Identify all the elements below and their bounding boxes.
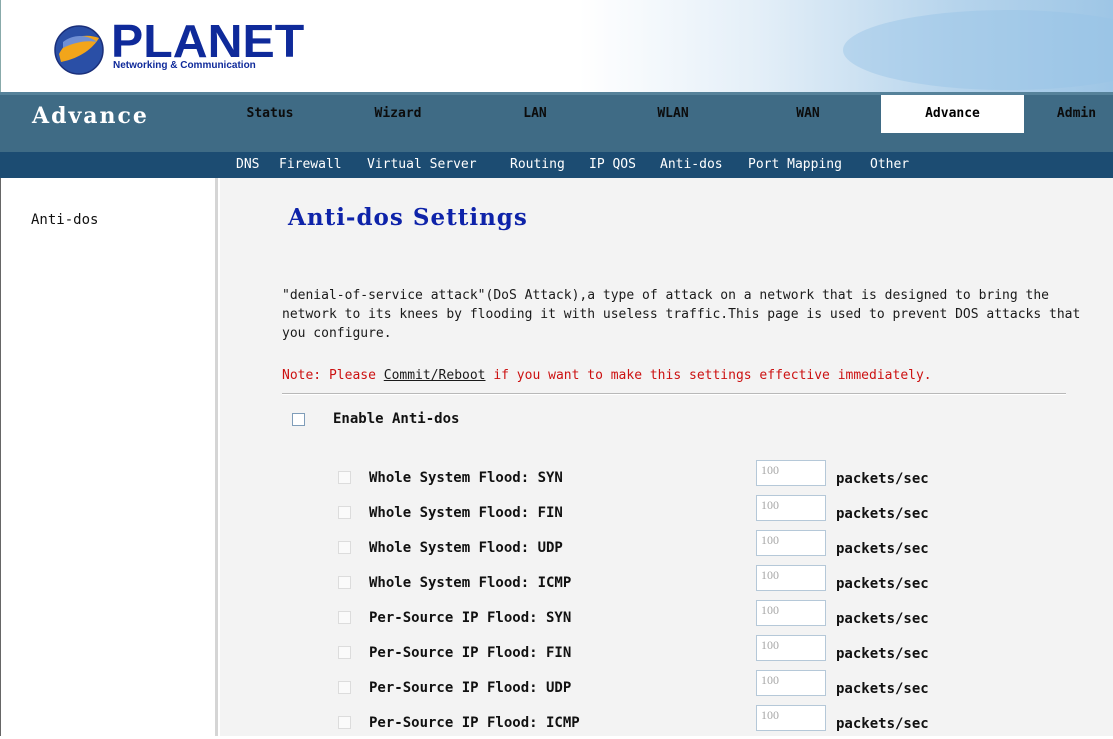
submenu-firewall[interactable]: Firewall bbox=[279, 152, 342, 178]
unit-label: packets/sec bbox=[836, 611, 929, 627]
flood-row: Whole System Flood: FIN 100 packets/sec bbox=[220, 495, 1113, 529]
unit-label: packets/sec bbox=[836, 646, 929, 662]
packets-rate-input[interactable]: 100 bbox=[756, 600, 826, 626]
note-prefix: Note: Please bbox=[282, 368, 384, 383]
flood-checkbox[interactable] bbox=[338, 471, 351, 484]
flood-checkbox[interactable] bbox=[338, 541, 351, 554]
tab-advance[interactable]: Advance bbox=[881, 95, 1024, 133]
flood-label: Whole System Flood: SYN bbox=[369, 470, 563, 486]
flood-label: Whole System Flood: FIN bbox=[369, 505, 563, 521]
unit-label: packets/sec bbox=[836, 471, 929, 487]
unit-label: packets/sec bbox=[836, 681, 929, 697]
sidebar-item-anti-dos[interactable]: Anti-dos bbox=[31, 212, 98, 228]
flood-label: Per-Source IP Flood: SYN bbox=[369, 610, 572, 626]
unit-label: packets/sec bbox=[836, 576, 929, 592]
banner-swoosh bbox=[843, 10, 1113, 90]
tab-status[interactable]: Status bbox=[228, 95, 312, 133]
unit-label: packets/sec bbox=[836, 541, 929, 557]
submenu-anti-dos[interactable]: Anti-dos bbox=[660, 152, 723, 178]
main-content: Anti-dos Settings "denial-of-service att… bbox=[220, 178, 1113, 736]
packets-rate-input[interactable]: 100 bbox=[756, 495, 826, 521]
tab-lan[interactable]: LAN bbox=[495, 95, 575, 133]
flood-row: Per-Source IP Flood: UDP 100 packets/sec bbox=[220, 670, 1113, 704]
submenu-dns[interactable]: DNS bbox=[236, 152, 259, 178]
flood-row: Per-Source IP Flood: FIN 100 packets/sec bbox=[220, 635, 1113, 669]
flood-checkbox[interactable] bbox=[338, 611, 351, 624]
tab-wizard[interactable]: Wizard bbox=[352, 95, 444, 133]
page-description: "denial-of-service attack"(DoS Attack),a… bbox=[282, 288, 1081, 341]
flood-label: Per-Source IP Flood: FIN bbox=[369, 645, 572, 661]
navigation-bar: Advance Status Wizard LAN WLAN WAN Advan… bbox=[0, 92, 1113, 178]
flood-checkbox[interactable] bbox=[338, 646, 351, 659]
flood-label: Per-Source IP Flood: ICMP bbox=[369, 715, 580, 731]
divider bbox=[282, 393, 1066, 395]
flood-checkbox[interactable] bbox=[338, 506, 351, 519]
enable-anti-dos-checkbox[interactable] bbox=[292, 413, 305, 426]
flood-label: Whole System Flood: UDP bbox=[369, 540, 563, 556]
section-title: Advance bbox=[32, 103, 149, 129]
note-suffix: if you want to make this settings effect… bbox=[485, 368, 932, 383]
tab-wlan[interactable]: WLAN bbox=[632, 95, 714, 133]
brand-name: PLANET bbox=[111, 15, 305, 67]
planet-logo: PLANET Networking & Communication bbox=[53, 16, 313, 76]
page-title: Anti-dos Settings bbox=[288, 204, 528, 231]
flood-label: Per-Source IP Flood: UDP bbox=[369, 680, 572, 696]
unit-label: packets/sec bbox=[836, 506, 929, 522]
note-text: Note: Please Commit/Reboot if you want t… bbox=[282, 368, 932, 383]
packets-rate-input[interactable]: 100 bbox=[756, 670, 826, 696]
header-banner: PLANET Networking & Communication bbox=[0, 0, 1113, 92]
flood-label: Whole System Flood: ICMP bbox=[369, 575, 572, 591]
packets-rate-input[interactable]: 100 bbox=[756, 635, 826, 661]
submenu-port-mapping[interactable]: Port Mapping bbox=[748, 152, 842, 178]
submenu-ip-qos[interactable]: IP QOS bbox=[589, 152, 636, 178]
packets-rate-input[interactable]: 100 bbox=[756, 705, 826, 731]
globe-logo-icon bbox=[54, 25, 104, 75]
submenu-routing[interactable]: Routing bbox=[510, 152, 565, 178]
commit-reboot-link[interactable]: Commit/Reboot bbox=[384, 368, 486, 383]
flood-row: Whole System Flood: ICMP 100 packets/sec bbox=[220, 565, 1113, 599]
flood-checkbox[interactable] bbox=[338, 681, 351, 694]
packets-rate-input[interactable]: 100 bbox=[756, 565, 826, 591]
packets-rate-input[interactable]: 100 bbox=[756, 460, 826, 486]
unit-label: packets/sec bbox=[836, 716, 929, 732]
flood-row: Per-Source IP Flood: SYN 100 packets/sec bbox=[220, 600, 1113, 634]
tab-wan[interactable]: WAN bbox=[768, 95, 848, 133]
main-menu: Advance Status Wizard LAN WLAN WAN Advan… bbox=[0, 95, 1113, 133]
flood-row: Per-Source IP Flood: ICMP 100 packets/se… bbox=[220, 705, 1113, 739]
enable-anti-dos-label: Enable Anti-dos bbox=[333, 411, 460, 427]
flood-row: Whole System Flood: SYN 100 packets/sec bbox=[220, 460, 1113, 494]
tab-admin[interactable]: Admin bbox=[1040, 95, 1113, 133]
sidebar: Anti-dos bbox=[0, 178, 218, 736]
flood-checkbox[interactable] bbox=[338, 716, 351, 729]
packets-rate-input[interactable]: 100 bbox=[756, 530, 826, 556]
flood-checkbox[interactable] bbox=[338, 576, 351, 589]
sub-menu: DNS Firewall Virtual Server Routing IP Q… bbox=[0, 152, 1113, 178]
flood-row: Whole System Flood: UDP 100 packets/sec bbox=[220, 530, 1113, 564]
submenu-virtual-server[interactable]: Virtual Server bbox=[367, 152, 477, 178]
brand-tagline: Networking & Communication bbox=[113, 60, 256, 71]
submenu-other[interactable]: Other bbox=[870, 152, 909, 178]
